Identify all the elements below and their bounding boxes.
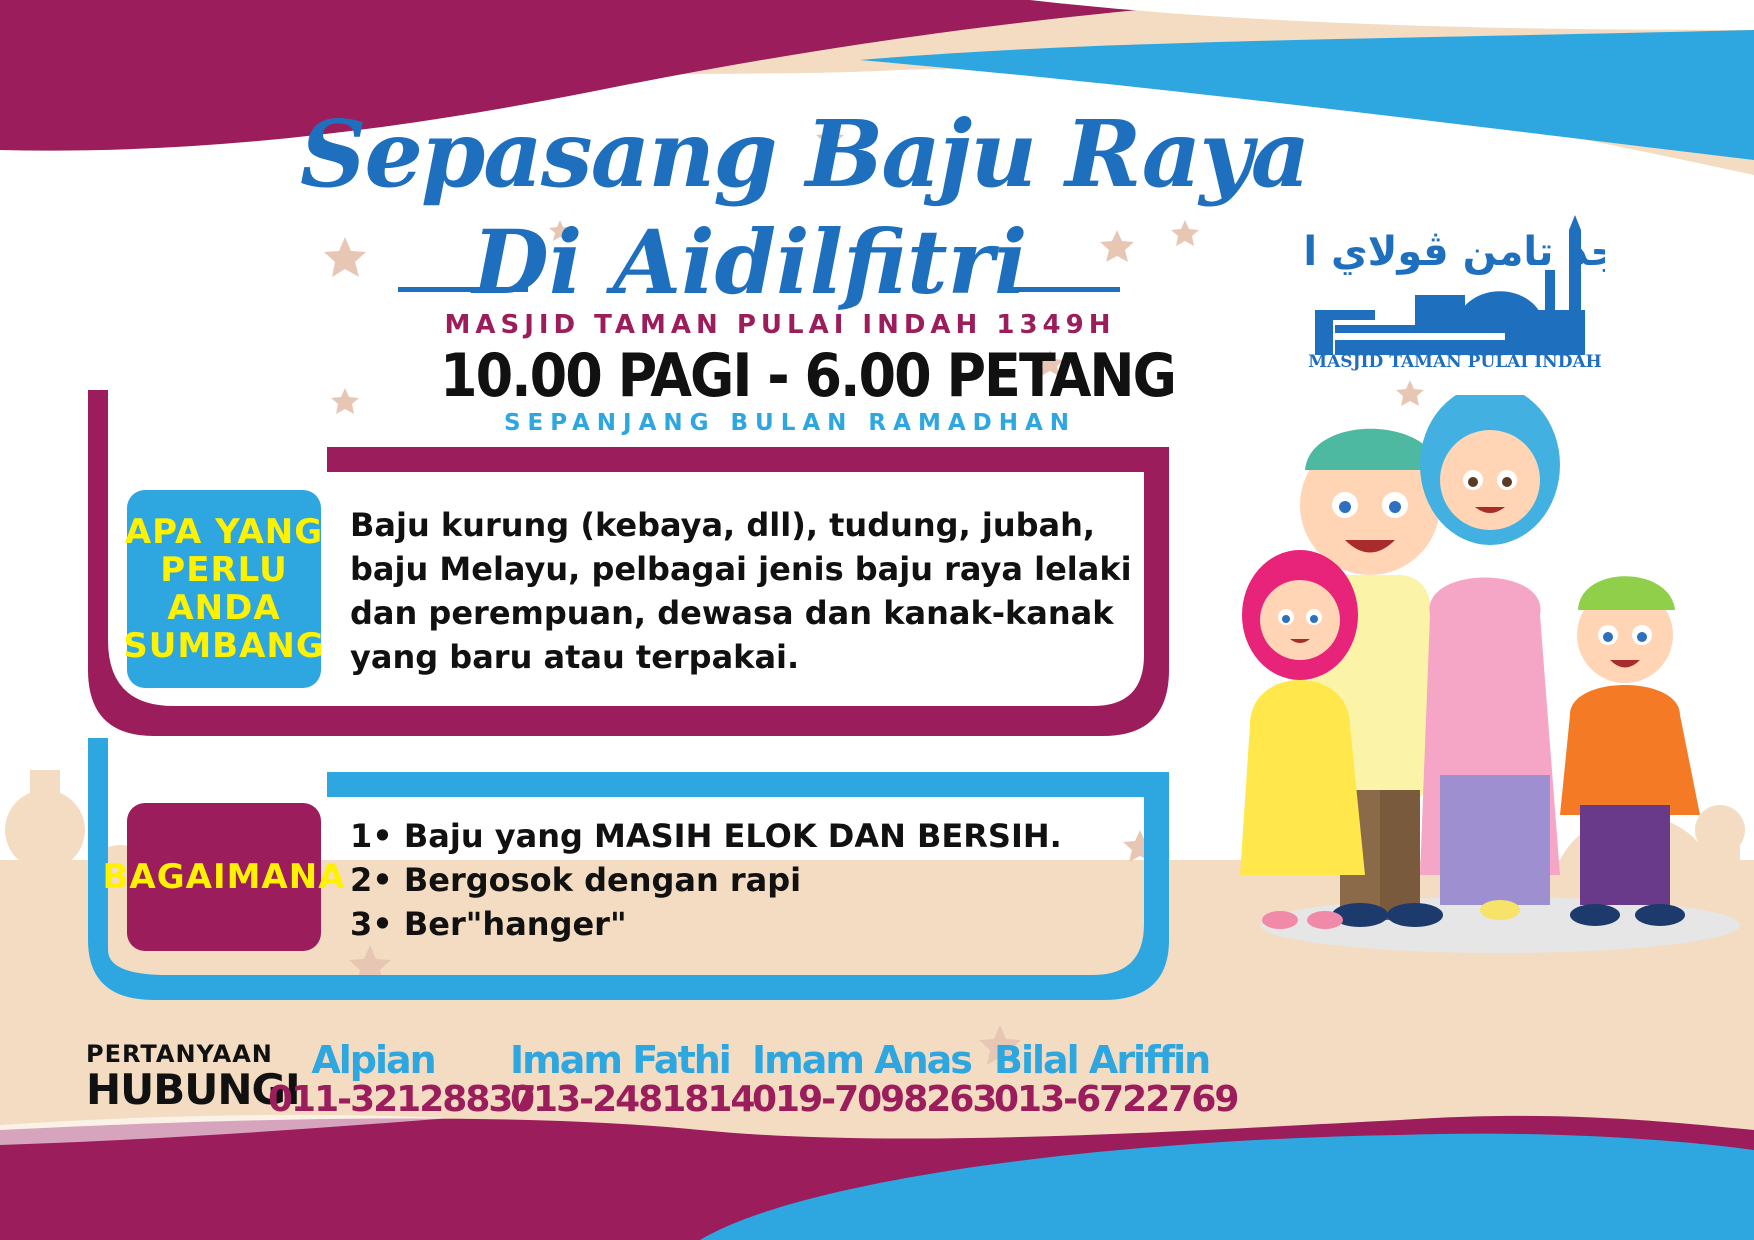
list-item: 2• Bergosok dengan rapi xyxy=(350,861,802,899)
contact-bilal-ariffin: Bilal Ariffin 013-6722769 xyxy=(994,1038,1239,1120)
period-text: SEPANJANG BULAN RAMADHAN xyxy=(503,410,1077,436)
logo-caption: MASJID TAMAN PULAI INDAH xyxy=(1308,352,1602,372)
section1-label: APA YANG PERLU ANDA SUMBANG xyxy=(123,490,324,688)
poster-title-line1: Sepasang Baju Raya xyxy=(300,100,1310,208)
family-illustration xyxy=(1240,395,1740,953)
logo-arabic-text: مسجد تامن ڤولاي ايندة xyxy=(1305,229,1605,275)
contact-name: Imam Anas xyxy=(752,1038,973,1082)
contact-alpian: Alpian 011-32128837 xyxy=(268,1038,536,1120)
list-item: 1• Baju yang MASIH ELOK DAN BERSIH. xyxy=(350,817,1062,855)
contact-phone: 011-32128837 xyxy=(268,1079,536,1120)
girl-figure xyxy=(1240,550,1365,929)
section2-list: 1• Baju yang MASIH ELOK DAN BERSIH. 2• B… xyxy=(350,814,1110,946)
contact-phone: 019-7098263 xyxy=(752,1079,997,1120)
contact-phone: 013-6722769 xyxy=(994,1079,1239,1120)
mother-figure xyxy=(1420,395,1560,920)
list-item: 3• Ber"hanger" xyxy=(350,905,627,943)
poster: Sepasang Baju Raya Di Aidilfitri MASJID … xyxy=(0,0,1754,1240)
boy-figure xyxy=(1560,576,1700,926)
contact-imam-anas: Imam Anas 019-7098263 xyxy=(752,1038,997,1120)
contact-phone: 013-2481814 xyxy=(510,1079,755,1120)
time-text: 10.00 PAGI - 6.00 PETANG xyxy=(440,340,1177,411)
subtitle: MASJID TAMAN PULAI INDAH 1349H xyxy=(444,310,1116,340)
section2-label: BAGAIMANA xyxy=(103,803,345,951)
contact-name: Imam Fathi xyxy=(510,1038,732,1082)
poster-title-line2: Di Aidilfitri xyxy=(472,210,1028,314)
contact-name: Bilal Ariffin xyxy=(994,1038,1211,1082)
contact-imam-fathi: Imam Fathi 013-2481814 xyxy=(510,1038,755,1120)
contact-name: Alpian xyxy=(311,1038,436,1082)
section1-text: Baju kurung (kebaya, dll), tudung, jubah… xyxy=(350,506,1132,676)
